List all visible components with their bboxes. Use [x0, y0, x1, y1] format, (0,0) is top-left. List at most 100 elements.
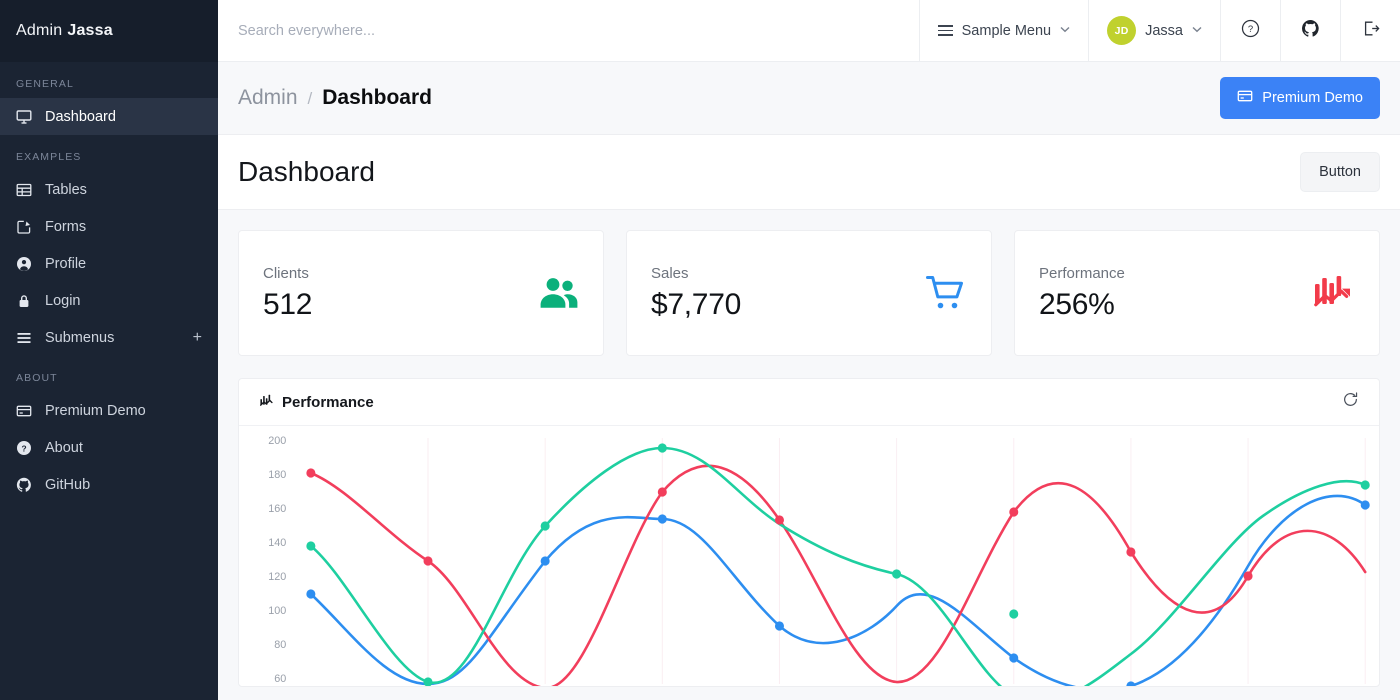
sidebar-item-label: About	[45, 439, 83, 456]
avatar: JD	[1107, 16, 1137, 45]
svg-text:200: 200	[268, 435, 286, 447]
sidebar-item-label: Forms	[45, 218, 87, 235]
search-input[interactable]	[238, 22, 899, 39]
chart-line-series-b	[309, 446, 1367, 686]
svg-text:?: ?	[21, 443, 26, 453]
chart-y-ticks: 200 180 160 140 120 100 80 60	[268, 435, 286, 685]
table-icon	[16, 182, 38, 198]
app-root: Admin Jassa GENERAL Dashboard EXAMPLES T…	[0, 0, 1400, 700]
nav-section-about: ABOUT	[16, 372, 58, 384]
user-menu-dropdown[interactable]: JD Jassa	[1088, 0, 1220, 61]
sample-menu-dropdown[interactable]: Sample Menu	[918, 0, 1088, 61]
page-header: Dashboard Button	[218, 134, 1400, 210]
performance-panel: Performance 200 180 160 140 120 100 80 6…	[238, 378, 1380, 687]
sidebar-item-dashboard[interactable]: Dashboard	[0, 98, 218, 135]
sidebar-item-label: Tables	[45, 181, 87, 198]
sidebar-item-forms[interactable]: Forms	[0, 208, 218, 245]
performance-panel-title: Performance	[259, 393, 374, 412]
user-circle-icon	[16, 256, 38, 272]
main-area: Sample Menu JD Jassa ?	[218, 0, 1400, 700]
premium-demo-label: Premium Demo	[1262, 90, 1363, 106]
performance-chart-body: 200 180 160 140 120 100 80 60	[239, 426, 1379, 686]
lock-icon	[16, 293, 38, 309]
expand-submenus-icon[interactable]: +	[193, 329, 202, 346]
nav-section-examples: EXAMPLES	[16, 151, 82, 163]
sidebar-item-about[interactable]: ? About	[0, 429, 218, 466]
sidebar-item-tables[interactable]: Tables	[0, 171, 218, 208]
github-icon	[16, 477, 38, 493]
refresh-icon[interactable]	[1342, 391, 1359, 413]
svg-text:80: 80	[274, 639, 286, 651]
breadcrumb-current: Dashboard	[322, 86, 432, 109]
sidebar-item-github[interactable]: GitHub	[0, 466, 218, 503]
svg-text:60: 60	[274, 673, 286, 685]
question-circle-icon: ?	[1241, 19, 1260, 42]
list-icon	[16, 330, 38, 346]
svg-text:160: 160	[268, 503, 286, 515]
sidebar-item-submenus[interactable]: Submenus +	[0, 319, 218, 356]
svg-text:180: 180	[268, 469, 286, 481]
sidebar-item-label: Profile	[45, 255, 87, 272]
stat-label: Clients	[263, 264, 309, 282]
chart-gridlines	[427, 438, 1366, 684]
stat-value: $7,770	[651, 287, 741, 321]
github-link-button[interactable]	[1280, 0, 1340, 61]
monitor-icon	[16, 109, 38, 125]
stat-card-text: Performance 256%	[1039, 265, 1125, 322]
brand-logo[interactable]: Admin Jassa	[0, 0, 218, 62]
sidebar-item-profile[interactable]: Profile	[0, 245, 218, 282]
performance-panel-header: Performance	[239, 379, 1379, 426]
svg-text:100: 100	[268, 605, 286, 617]
sidebar-item-premium-demo[interactable]: Premium Demo	[0, 392, 218, 429]
cart-icon	[925, 274, 967, 312]
svg-text:?: ?	[1248, 24, 1253, 35]
sample-menu-label: Sample Menu	[961, 22, 1052, 39]
stat-cards: Clients 512 Sales $7,770 Performance 256…	[238, 230, 1380, 356]
breadcrumb-separator: /	[307, 89, 313, 108]
chevron-down-icon	[1192, 25, 1202, 36]
nav-section-general: GENERAL	[16, 78, 74, 90]
stat-card-clients[interactable]: Clients 512	[238, 230, 604, 356]
breadcrumb-root[interactable]: Admin	[238, 86, 298, 110]
svg-text:120: 120	[268, 571, 286, 583]
stat-card-performance[interactable]: Performance 256%	[1014, 230, 1380, 356]
chart-line-series-c	[309, 494, 1367, 686]
question-circle-icon: ?	[16, 440, 38, 456]
topbar: Sample Menu JD Jassa ?	[218, 0, 1400, 62]
sidebar-item-label: Submenus	[45, 329, 115, 346]
user-name-label: Jassa	[1145, 22, 1183, 39]
sidebar-item-label: Login	[45, 292, 81, 309]
sidebar: Admin Jassa GENERAL Dashboard EXAMPLES T…	[0, 0, 218, 700]
chart-down-icon	[1313, 274, 1355, 312]
stat-card-sales[interactable]: Sales $7,770	[626, 230, 992, 356]
search-container	[218, 0, 919, 61]
performance-chart[interactable]: 200 180 160 140 120 100 80 60	[239, 426, 1379, 686]
card-icon	[16, 403, 38, 419]
content-area: Clients 512 Sales $7,770 Performance 256…	[218, 210, 1400, 700]
breadcrumb-bar: Admin / Dashboard Premium Demo	[218, 62, 1400, 134]
people-icon	[539, 276, 579, 310]
logout-button[interactable]	[1340, 0, 1400, 61]
chevron-down-icon	[1060, 25, 1070, 36]
card-icon	[1237, 88, 1253, 108]
stat-card-text: Sales $7,770	[651, 265, 741, 322]
github-icon	[1301, 19, 1320, 42]
help-button[interactable]: ?	[1220, 0, 1280, 61]
stat-label: Performance	[1039, 264, 1125, 282]
premium-demo-button[interactable]: Premium Demo	[1220, 77, 1380, 119]
breadcrumb: Admin / Dashboard	[238, 86, 432, 110]
sidebar-item-login[interactable]: Login	[0, 282, 218, 319]
edit-square-icon	[16, 219, 38, 235]
stat-label: Sales	[651, 264, 689, 282]
hamburger-icon	[937, 25, 953, 36]
stat-value: 256%	[1039, 287, 1115, 321]
sidebar-item-label: GitHub	[45, 476, 91, 493]
pulse-icon	[259, 393, 274, 412]
performance-title-label: Performance	[282, 393, 374, 411]
page-action-button[interactable]: Button	[1300, 152, 1380, 192]
svg-text:140: 140	[268, 537, 286, 549]
stat-card-text: Clients 512	[263, 265, 312, 322]
chart-markers-series-b	[306, 443, 1370, 686]
logout-icon	[1361, 19, 1380, 42]
brand-prefix: Admin	[16, 22, 63, 39]
